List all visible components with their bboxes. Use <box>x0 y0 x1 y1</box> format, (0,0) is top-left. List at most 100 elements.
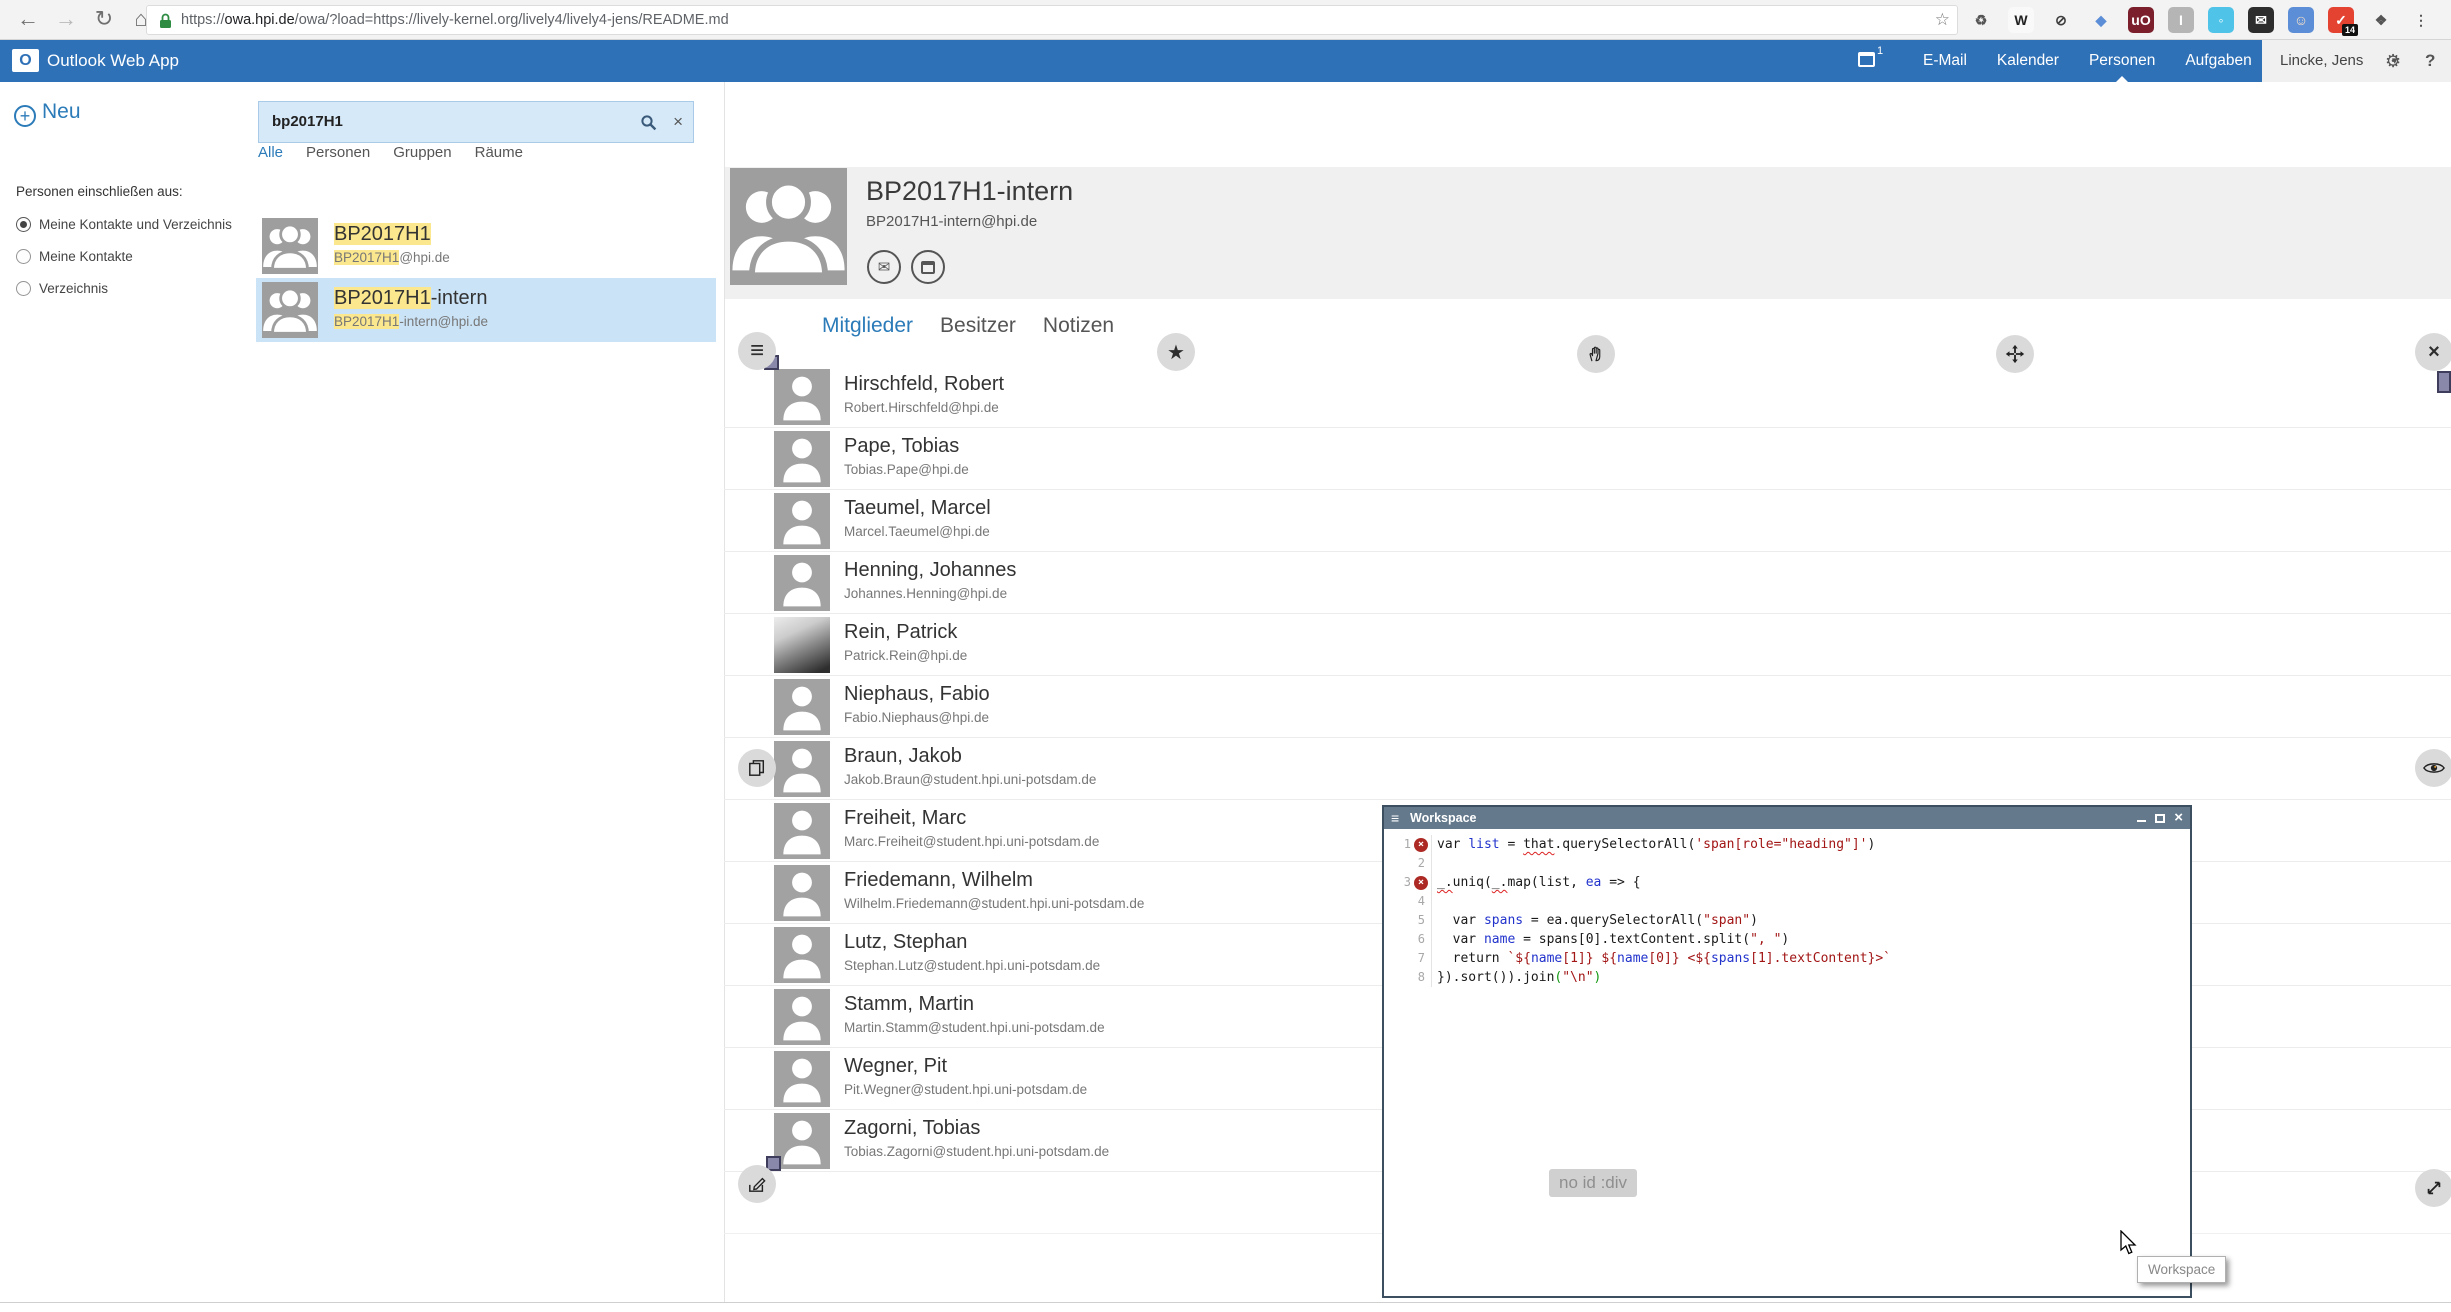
halo-star-button[interactable]: ★ <box>1157 333 1195 371</box>
menu-dots-icon[interactable]: ⋮ <box>2408 7 2434 33</box>
line-number: 1 <box>1404 835 1411 854</box>
halo-resize-button[interactable] <box>2415 1169 2451 1207</box>
back-icon[interactable]: ← <box>14 6 42 32</box>
member-avatar <box>774 493 830 549</box>
workspace-titlebar[interactable]: ≡ Workspace × <box>1384 807 2190 829</box>
search-filter-tab[interactable]: Personen <box>306 144 370 161</box>
halo-inspect-button[interactable] <box>2415 749 2451 787</box>
halo-edit-button[interactable] <box>738 1165 776 1203</box>
search-icon[interactable] <box>640 114 657 136</box>
group-tab[interactable]: Notizen <box>1043 314 1114 338</box>
inbox-icon[interactable]: ✉ <box>2248 7 2274 33</box>
new-button[interactable]: +Neu <box>14 100 81 127</box>
todoist-icon[interactable]: ✓ 14 <box>2328 7 2354 33</box>
code-line[interactable]: var list = that.querySelectorAll('span[r… <box>1432 835 1875 854</box>
halo-menu-button[interactable]: ≡ <box>738 332 776 370</box>
member-avatar <box>774 1113 830 1169</box>
line-number: 3 <box>1404 873 1411 892</box>
member-row[interactable]: Pape, Tobias Tobias.Pape@hpi.de <box>724 428 2451 490</box>
gear-icon[interactable]: ⚙ <box>2385 40 2401 82</box>
corner-handle[interactable] <box>2437 371 2451 393</box>
workspace-window[interactable]: ≡ Workspace × 1×var list = that.querySel… <box>1382 805 2192 1298</box>
member-row[interactable]: Niephaus, Fabio Fabio.Niephaus@hpi.de <box>724 676 2451 738</box>
radio-icon[interactable] <box>16 217 31 232</box>
radio-icon[interactable] <box>16 281 31 296</box>
close-icon: × <box>2428 341 2440 364</box>
reload-icon[interactable]: ↻ <box>90 6 118 32</box>
extension-icon[interactable]: ❖ <box>2368 7 2394 33</box>
line-number: 7 <box>1418 949 1425 968</box>
member-email: Tobias.Pape@hpi.de <box>844 462 969 477</box>
member-row[interactable]: Hirschfeld, Robert Robert.Hirschfeld@hpi… <box>724 366 2451 428</box>
send-mail-button[interactable]: ✉ <box>867 250 901 284</box>
member-avatar <box>774 617 830 673</box>
maximize-icon[interactable] <box>2155 814 2165 823</box>
workspace-code[interactable]: 1×var list = that.querySelectorAll('span… <box>1384 829 2190 1296</box>
search-filter-tab[interactable]: Räume <box>475 144 523 161</box>
code-line[interactable] <box>1432 892 1437 911</box>
include-option[interactable]: Meine Kontakte <box>16 240 232 272</box>
member-email: Johannes.Henning@hpi.de <box>844 586 1007 601</box>
member-email: Robert.Hirschfeld@hpi.de <box>844 400 999 415</box>
code-line[interactable]: var spans = ea.querySelectorAll("span") <box>1432 911 1758 930</box>
member-row[interactable]: Braun, Jakob Jakob.Braun@student.hpi.uni… <box>724 738 2451 800</box>
member-name: Friedemann, Wilhelm <box>844 869 1033 892</box>
search-result-row[interactable]: BP2017H1-intern BP2017H1-intern@hpi.de <box>256 278 716 342</box>
group-tab[interactable]: Besitzer <box>940 314 1016 338</box>
bookmark-star-icon[interactable]: ☆ <box>1935 10 1950 30</box>
halo-grab-button[interactable] <box>1577 335 1615 373</box>
halo-close-button[interactable]: × <box>2415 333 2451 371</box>
clear-search-icon[interactable]: × <box>673 102 683 142</box>
search-filter-tab[interactable]: Gruppen <box>393 144 451 161</box>
member-row[interactable]: Henning, Johannes Johannes.Henning@hpi.d… <box>724 552 2451 614</box>
search-filter-tabs: Alle Personen Gruppen Räume <box>258 144 523 161</box>
share-icon[interactable]: ◦ <box>2208 7 2234 33</box>
code-line[interactable]: return `${name[1]} ${name[0]} <${spans[1… <box>1432 949 1891 968</box>
reminder-calendar-icon[interactable]: 1 <box>1858 52 1881 72</box>
code-line[interactable]: }).sort()).join("\n") <box>1432 968 1601 987</box>
include-option[interactable]: Verzeichnis <box>16 272 232 304</box>
recycle-icon[interactable]: ♻ <box>1968 7 1994 33</box>
halo-copy-button[interactable] <box>738 749 776 787</box>
radio-icon[interactable] <box>16 249 31 264</box>
video-blocker-icon[interactable]: ⊘ <box>2048 7 2074 33</box>
user-menu[interactable]: Lincke, Jens ▾ <box>2262 40 2451 82</box>
result-email: BP2017H1-intern@hpi.de <box>334 314 488 329</box>
star-icon: ★ <box>1167 340 1185 365</box>
close-icon[interactable]: × <box>2174 807 2183 828</box>
owa-nav-item[interactable]: E-Mail <box>1908 40 1982 82</box>
url-bar[interactable]: https://owa.hpi.de/owa/?load=https://liv… <box>146 5 1958 35</box>
drive-icon[interactable]: ◆ <box>2088 7 2114 33</box>
code-line[interactable]: _.uniq(_.map(list, ea => { <box>1432 873 1641 892</box>
member-row[interactable]: Taeumel, Marcel Marcel.Taeumel@hpi.de <box>724 490 2451 552</box>
member-avatar <box>774 1051 830 1107</box>
hamburger-icon[interactable]: ≡ <box>1391 807 1399 829</box>
pause-ext-icon[interactable]: I <box>2168 7 2194 33</box>
member-row[interactable]: Rein, Patrick Patrick.Rein@hpi.de <box>724 614 2451 676</box>
code-line[interactable] <box>1432 854 1437 873</box>
ublock-icon[interactable]: uO <box>2128 7 2154 33</box>
search-filter-tab[interactable]: Alle <box>258 144 283 161</box>
owa-nav-item[interactable]: Aufgaben <box>2170 40 2266 82</box>
line-number: 8 <box>1418 968 1425 987</box>
forward-icon[interactable]: → <box>52 6 80 32</box>
calendar-icon <box>921 261 935 274</box>
calendar-button[interactable] <box>911 250 945 284</box>
owa-nav-item[interactable]: Personen <box>2074 40 2170 82</box>
member-avatar <box>774 369 830 425</box>
halo-move-button[interactable] <box>1996 335 2034 373</box>
avatar-ext-icon[interactable]: ☺ <box>2288 7 2314 33</box>
search-input[interactable]: bp2017H1 × <box>258 101 694 143</box>
owa-nav: E-Mail Kalender Personen Aufgaben <box>1908 40 2267 82</box>
search-result-row[interactable]: BP2017H1 BP2017H1@hpi.de <box>256 214 716 278</box>
owa-nav-item[interactable]: Kalender <box>1982 40 2074 82</box>
help-icon[interactable]: ? <box>2425 40 2435 82</box>
include-option[interactable]: Meine Kontakte und Verzeichnis <box>16 208 232 240</box>
wikipedia-icon[interactable]: W <box>2008 7 2034 33</box>
code-line[interactable]: var name = spans[0].textContent.split(",… <box>1432 930 1789 949</box>
member-avatar <box>774 927 830 983</box>
group-tab[interactable]: Mitglieder <box>822 314 913 338</box>
minimize-icon[interactable] <box>2137 820 2146 822</box>
member-email: Martin.Stamm@student.hpi.uni-potsdam.de <box>844 1020 1105 1035</box>
new-button-label: Neu <box>42 100 81 123</box>
